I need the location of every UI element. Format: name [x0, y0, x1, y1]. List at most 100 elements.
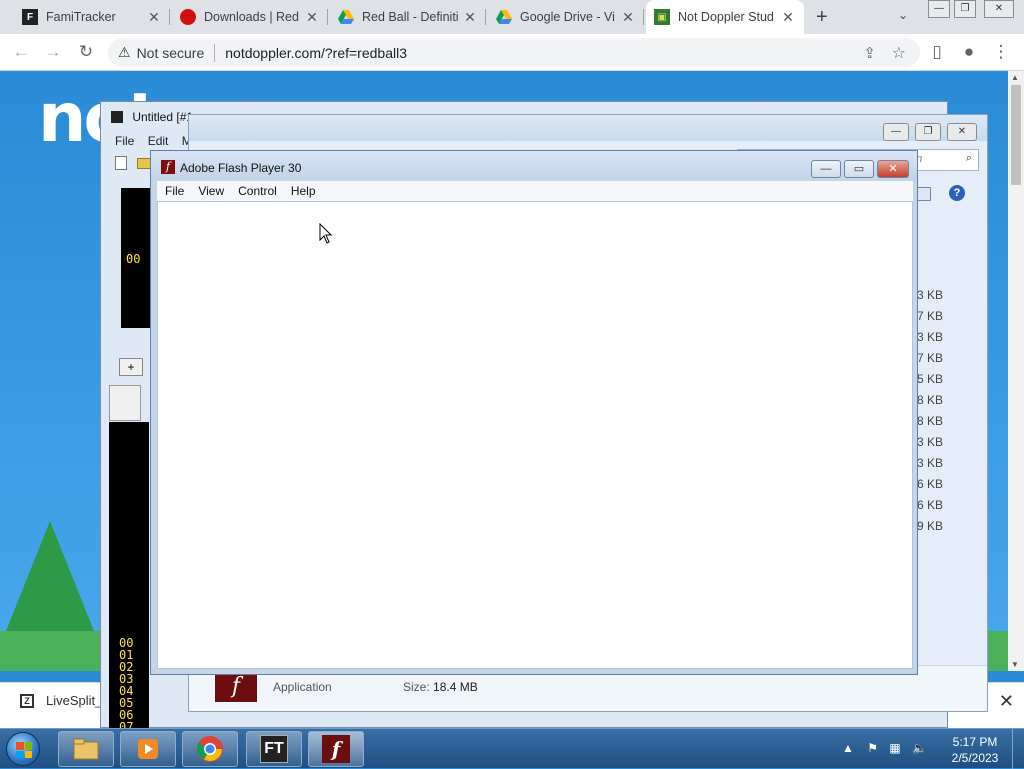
file-size: 5 KB: [917, 372, 944, 386]
show-hidden-icons-icon[interactable]: ▲: [842, 741, 854, 755]
scroll-down-icon[interactable]: ▼: [1011, 660, 1019, 669]
flash-stage[interactable]: [157, 201, 913, 669]
menu-edit[interactable]: Edit: [148, 134, 169, 148]
flash-taskbar-button[interactable]: f: [308, 731, 364, 767]
browser-toolbar: ← → ↻ ⚠ Not secure notdoppler.com/?ref=r…: [0, 34, 1024, 71]
search-icon[interactable]: ⌕: [966, 152, 972, 165]
mouse-cursor-icon: [319, 223, 333, 244]
tab-strip: F FamiTracker ✕ Downloads | Red ✕ Red Ba…: [0, 0, 1024, 34]
url-text: notdoppler.com/?ref=redball3: [225, 44, 407, 61]
menu-control[interactable]: Control: [238, 184, 277, 198]
tab-google-drive[interactable]: Google Drive - Vi ✕: [488, 0, 644, 34]
taskbar: FT f ▲ ⚑ ▦ 🔈 5:17 PM 2/5/2023: [0, 728, 1024, 769]
action-center-icon[interactable]: ⚑: [867, 741, 878, 755]
tab-title: FamiTracker: [46, 10, 116, 24]
close-icon[interactable]: ✕: [462, 9, 478, 26]
size-label: Size:: [403, 680, 430, 694]
close-window-button[interactable]: ✕: [877, 160, 909, 178]
address-bar[interactable]: ⚠ Not secure notdoppler.com/?ref=redball…: [108, 38, 920, 67]
file-size: 3 KB: [917, 330, 944, 344]
side-panel-icon[interactable]: ▯: [926, 42, 948, 62]
page-scrollbar[interactable]: ▲ ▼: [1008, 71, 1024, 671]
file-size: 7 KB: [917, 306, 944, 327]
tab-notdoppler[interactable]: ▣ Not Doppler Stud ✕: [646, 0, 804, 34]
file-size: 3 KB: [917, 435, 944, 449]
preview-pane-icon[interactable]: [917, 187, 931, 201]
close-icon[interactable]: ✕: [999, 691, 1014, 712]
famitracker-icon: F: [22, 9, 38, 25]
tab-red-ball-definition[interactable]: Red Ball - Definiti ✕: [330, 0, 486, 34]
explorer-titlebar: [189, 115, 987, 141]
start-button[interactable]: [6, 732, 40, 766]
close-icon[interactable]: ✕: [304, 9, 320, 26]
close-window-button[interactable]: ✕: [947, 123, 977, 141]
menu-file[interactable]: File: [165, 184, 184, 198]
file-size: 3 KB: [917, 456, 944, 470]
famitracker-menu: File Edit M: [115, 134, 192, 148]
profile-icon[interactable]: ●: [958, 42, 980, 62]
restore-button[interactable]: ❐: [954, 0, 976, 18]
back-button[interactable]: ←: [10, 42, 32, 62]
menu-icon[interactable]: ⋮: [990, 42, 1012, 62]
file-size: 6 KB: [917, 498, 944, 512]
media-player-taskbar-button[interactable]: [120, 731, 176, 767]
flash-player-window[interactable]: f Adobe Flash Player 30 — ▭ ✕ File View …: [150, 150, 918, 675]
file-size: 8 KB: [917, 414, 944, 428]
system-tray: ▲ ⚑ ▦ 🔈: [842, 741, 927, 755]
row-numbers: 00 01 02 03 04 05 06 07: [119, 637, 133, 733]
file-size: 7 KB: [917, 351, 944, 365]
windows-logo-icon: [16, 742, 32, 758]
download-item[interactable]: Z LiveSplit_: [20, 693, 102, 708]
minimize-button[interactable]: —: [811, 160, 841, 178]
tab-downloads-red[interactable]: Downloads | Red ✕: [172, 0, 328, 34]
minimize-button[interactable]: —: [883, 123, 909, 141]
scroll-thumb[interactable]: [1011, 85, 1021, 185]
security-label: Not secure: [136, 44, 205, 61]
close-window-button[interactable]: ✕: [984, 0, 1014, 18]
new-file-icon[interactable]: [115, 156, 127, 170]
forward-button[interactable]: →: [42, 42, 64, 62]
volume-icon[interactable]: 🔈: [912, 741, 927, 755]
google-drive-icon: [496, 9, 512, 25]
divider: [214, 43, 216, 62]
chevron-down-icon[interactable]: ⌄: [898, 8, 908, 22]
show-desktop-button[interactable]: [1012, 729, 1024, 769]
scroll-up-icon[interactable]: ▲: [1011, 73, 1019, 82]
maximize-button[interactable]: ❐: [915, 123, 941, 141]
chrome-taskbar-button[interactable]: [182, 731, 238, 767]
tab-title: Google Drive - Vi: [520, 10, 615, 24]
help-icon[interactable]: ?: [949, 185, 965, 201]
minimize-button[interactable]: —: [928, 0, 950, 18]
flash-titlebar[interactable]: f Adobe Flash Player 30 — ▭ ✕: [151, 151, 917, 179]
clock-time: 5:17 PM: [952, 735, 998, 749]
network-icon[interactable]: ▦: [889, 741, 900, 755]
add-frame-button[interactable]: +: [119, 358, 143, 376]
share-icon[interactable]: ⇪: [863, 44, 876, 62]
frame-list[interactable]: 00: [121, 188, 151, 328]
tab-famitracker[interactable]: F FamiTracker ✕: [14, 0, 170, 34]
window-title: Adobe Flash Player 30: [180, 161, 302, 175]
bookmark-star-icon[interactable]: ☆: [892, 43, 906, 63]
google-drive-icon: [338, 9, 354, 25]
reload-button[interactable]: ↻: [75, 42, 97, 62]
instrument-panel[interactable]: [109, 385, 141, 421]
open-folder-icon[interactable]: [137, 158, 151, 169]
menu-file[interactable]: File: [115, 134, 134, 148]
close-icon[interactable]: ✕: [780, 9, 796, 26]
clock-date: 2/5/2023: [951, 751, 999, 765]
size-column: 3 KB 7 KB 3 KB 7 KB 5 KB 8 KB 8 KB 3 KB …: [917, 285, 944, 537]
file-size: 8 KB: [917, 393, 944, 407]
new-tab-button[interactable]: +: [816, 6, 828, 29]
maximize-button[interactable]: ▭: [844, 160, 874, 178]
clock[interactable]: 5:17 PM 2/5/2023: [946, 734, 1004, 766]
famitracker-taskbar-button[interactable]: FT: [246, 731, 302, 767]
close-icon[interactable]: ✕: [146, 9, 162, 26]
red-ball-icon: [180, 9, 196, 25]
close-icon[interactable]: ✕: [620, 9, 636, 26]
menu-help[interactable]: Help: [291, 184, 316, 198]
explorer-taskbar-button[interactable]: [58, 731, 114, 767]
file-size: 9 KB: [917, 519, 944, 533]
size-value: 18.4 MB: [433, 680, 478, 694]
menu-view[interactable]: View: [198, 184, 224, 198]
file-size: 6 KB: [917, 477, 944, 491]
